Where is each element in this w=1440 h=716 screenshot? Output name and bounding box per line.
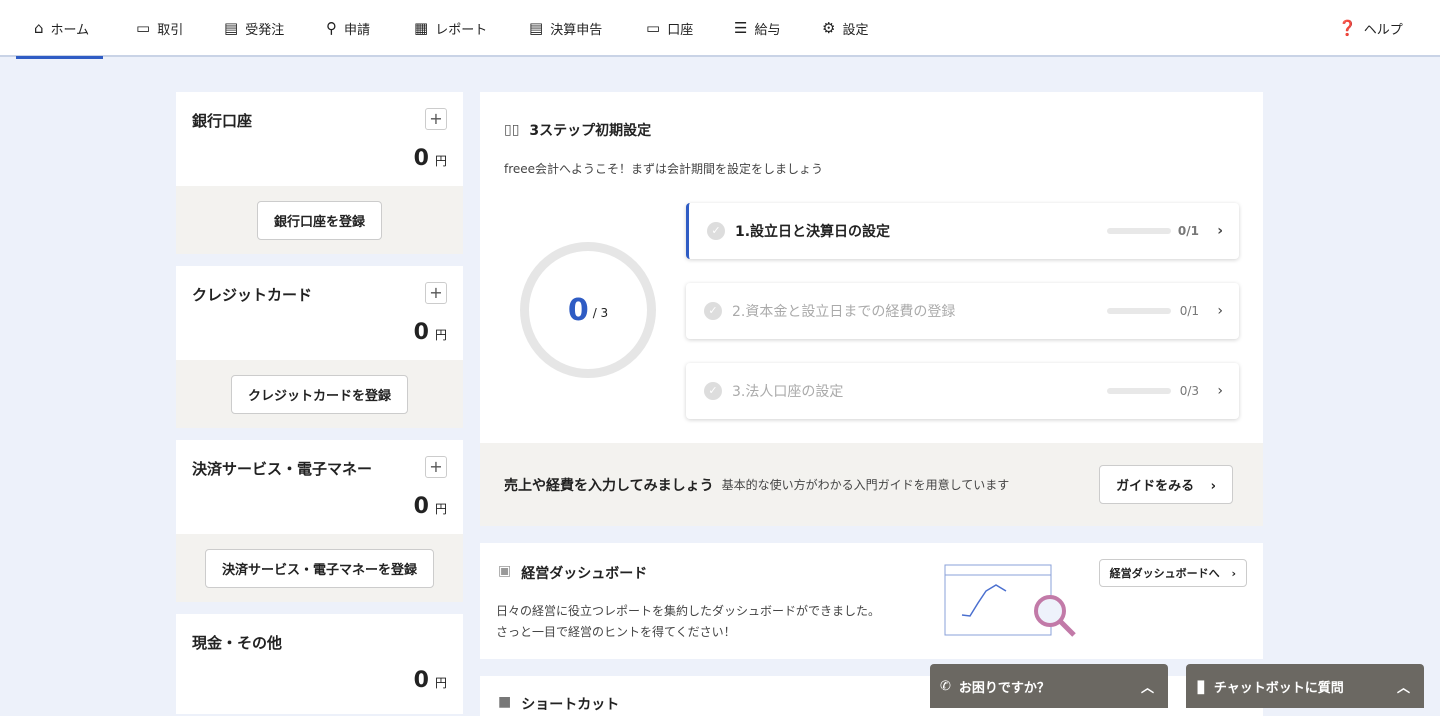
- tray-icon: ▭: [136, 19, 151, 37]
- bank-account-card: 銀行口座 + 0円 銀行口座を登録: [176, 92, 463, 254]
- cash-card: 現金・その他 0円: [176, 614, 463, 714]
- shortcut-icon: ■: [498, 694, 512, 710]
- dashboard-link-button[interactable]: 経営ダッシュボードへ ›: [1098, 559, 1247, 587]
- chevron-right-icon: ›: [1217, 303, 1223, 319]
- document-icon: ▤: [224, 19, 239, 37]
- help-icon: ❓: [1338, 19, 1357, 37]
- view-guide-button[interactable]: ガイドをみる ›: [1099, 465, 1233, 504]
- list-icon: ☰: [734, 19, 748, 37]
- chevron-up-icon: ︿: [1396, 680, 1410, 696]
- phone-icon: ✆: [940, 678, 951, 694]
- add-payment-service-button[interactable]: +: [425, 456, 447, 478]
- check-icon: ✓: [704, 382, 722, 400]
- bank-amount: 0円: [413, 146, 447, 171]
- nav-settings[interactable]: ⚙ 設定: [822, 0, 868, 57]
- chevron-right-icon: ›: [1210, 479, 1216, 494]
- step-progress-bar: [1107, 388, 1171, 394]
- add-bank-button[interactable]: +: [425, 108, 447, 130]
- cash-amount: 0円: [413, 668, 447, 693]
- payment-service-card: 決済サービス・電子マネー + 0円 決済サービス・電子マネーを登録: [176, 440, 463, 602]
- chevron-right-icon: ›: [1217, 383, 1223, 399]
- check-icon: ✓: [707, 222, 725, 240]
- nav-applications[interactable]: ⚲ 申請: [326, 0, 370, 57]
- nav-reports[interactable]: ▦ レポート: [414, 0, 487, 57]
- book-icon: ▯▯: [504, 122, 520, 138]
- register-payment-service-button[interactable]: 決済サービス・電子マネーを登録: [204, 548, 434, 588]
- dashboard-illustration: [944, 564, 1076, 637]
- step-progress-bar: [1107, 228, 1171, 234]
- setup-step-2[interactable]: ✓ 2.資本金と設立日までの経費の登録 0/1 ›: [686, 283, 1239, 339]
- chart-icon: ▦: [414, 19, 429, 37]
- top-nav: ⌂ ホーム ▭ 取引 ▤ 受発注 ⚲ 申請 ▦ レポート ▤ 決算申告 ▭ 口座 ☰ 給与 ⚙ 設…: [0, 0, 1440, 59]
- nav-accounts[interactable]: ▭ 口座: [646, 0, 693, 57]
- card-icon: ▭: [646, 19, 661, 37]
- add-credit-card-button[interactable]: +: [425, 282, 447, 304]
- nav-payroll[interactable]: ☰ 給与: [734, 0, 780, 57]
- nav-transactions[interactable]: ▭ 取引: [136, 0, 183, 57]
- chevron-right-icon: ›: [1217, 223, 1223, 239]
- chevron-up-icon: ︿: [1140, 680, 1154, 696]
- credit-amount: 0円: [413, 320, 447, 345]
- chevron-right-icon: ›: [1231, 567, 1236, 580]
- document-icon: ▤: [529, 19, 544, 37]
- check-icon: ✓: [704, 302, 722, 320]
- register-bank-button[interactable]: 銀行口座を登録: [256, 200, 382, 240]
- dashboard-card: ▣ 経営ダッシュボード 日々の経営に役立つレポートを集約したダッシュボードができま…: [480, 543, 1263, 659]
- credit-card-card: クレジットカード + 0円 クレジットカードを登録: [176, 266, 463, 428]
- setup-step-1[interactable]: ✓ 1.設立日と決算日の設定 0/1 ›: [686, 203, 1239, 259]
- chat-icon: ▮: [1196, 675, 1206, 697]
- chatbot-widget[interactable]: ▮ チャットボットに質問 ︿: [1186, 664, 1424, 708]
- gear-icon: ⚙: [822, 19, 836, 37]
- chart-icon: ▣: [498, 563, 512, 579]
- step-progress-bar: [1107, 308, 1171, 314]
- help-widget[interactable]: ✆ お困りですか？ ︿: [930, 664, 1168, 708]
- user-check-icon: ⚲: [326, 19, 337, 37]
- nav-tax-filing[interactable]: ▤ 決算申告: [529, 0, 602, 57]
- progress-ring: 0/ 3: [520, 242, 656, 378]
- nav-orders[interactable]: ▤ 受発注: [224, 0, 284, 57]
- nav-home[interactable]: ⌂ ホーム: [15, 0, 104, 59]
- setup-step-3[interactable]: ✓ 3.法人口座の設定 0/3 ›: [686, 363, 1239, 419]
- payment-amount: 0円: [413, 494, 447, 519]
- help-link[interactable]: ❓ ヘルプ: [1338, 0, 1403, 57]
- home-icon: ⌂: [34, 19, 44, 37]
- register-credit-card-button[interactable]: クレジットカードを登録: [230, 374, 408, 414]
